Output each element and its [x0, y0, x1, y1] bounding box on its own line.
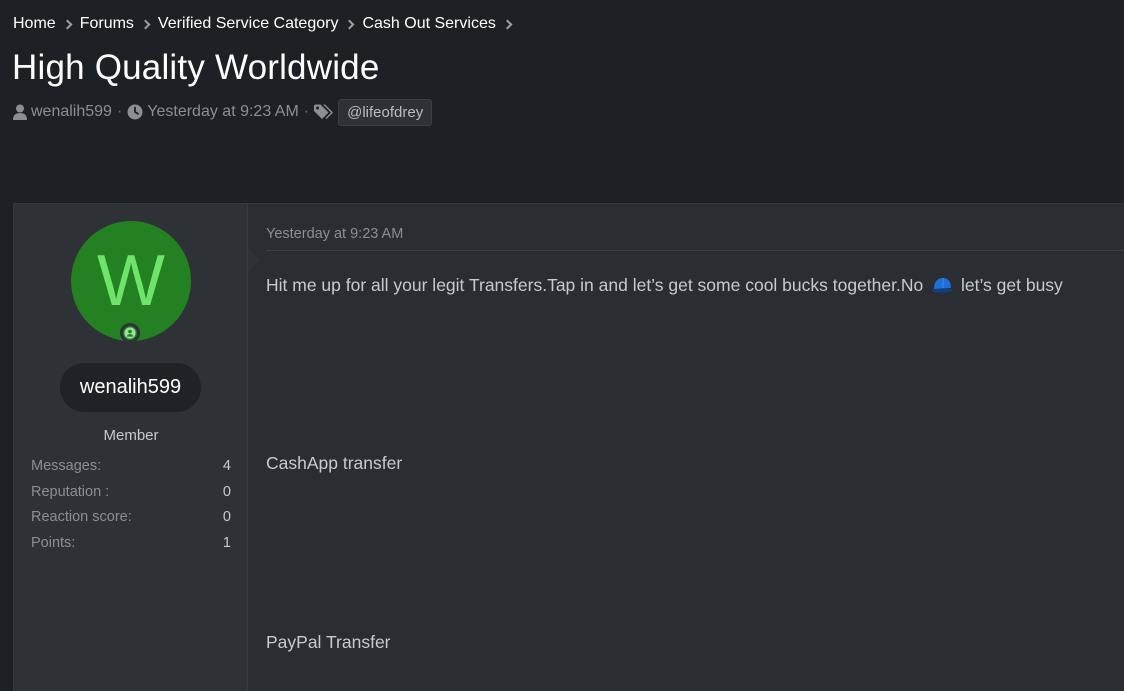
post-arrow — [248, 248, 260, 272]
message-line: Hit me up for all your legit Transfers.T… — [266, 275, 1063, 299]
thread-tag[interactable]: @lifeofdrey — [338, 98, 433, 126]
thread-date-link[interactable]: Yesterday at 9:23 AM — [147, 103, 299, 121]
stat-reaction-score: Reaction score: 0 — [31, 504, 231, 530]
online-status-icon — [120, 323, 140, 343]
stat-label: Reaction score: — [31, 509, 132, 526]
message-text: Hit me up for all your legit Transfers.T… — [266, 275, 924, 295]
post-date-link[interactable]: Yesterday at 9:23 AM — [266, 226, 403, 242]
message-line-paypal: PayPal Transfer — [266, 632, 391, 652]
stat-label: Messages: — [31, 457, 102, 474]
user-stats: Messages: 4 Reputation : 0 Reaction scor… — [31, 453, 231, 556]
meta-separator: · — [116, 103, 123, 120]
cap-emoji-icon — [930, 276, 954, 299]
breadcrumb: Home Forums Verified Service Category Ca… — [13, 14, 520, 34]
stat-label: Points: — [31, 534, 76, 551]
stat-messages: Messages: 4 — [31, 453, 231, 479]
stat-value[interactable]: 4 — [223, 458, 231, 474]
chevron-right-icon — [502, 19, 513, 29]
breadcrumb-cash-out-services[interactable]: Cash Out Services — [362, 15, 495, 33]
message-line-cashapp: CashApp transfer — [266, 453, 403, 473]
stat-label: Reputation : — [31, 483, 110, 500]
stat-value: 0 — [222, 509, 231, 526]
stat-points: Points: 1 — [31, 530, 231, 556]
message-text: let’s get busy — [960, 275, 1063, 295]
chevron-right-icon — [140, 19, 151, 29]
avatar-letter: W — [97, 241, 165, 321]
meta-separator: · — [303, 103, 310, 120]
breadcrumb-forums[interactable]: Forums — [80, 15, 134, 33]
stat-value[interactable]: 1 — [223, 535, 231, 551]
tags-icon — [314, 104, 334, 120]
divider — [266, 250, 1124, 251]
user-title: Member — [103, 427, 159, 444]
post-user-column: W wenalih599 Member Messages: 4 Reputati… — [14, 204, 248, 691]
breadcrumb-verified-service-category[interactable]: Verified Service Category — [158, 15, 339, 33]
user-icon — [13, 104, 27, 120]
thread-meta: wenalih599 · Yesterday at 9:23 AM · @lif… — [13, 98, 433, 126]
post-container: W wenalih599 Member Messages: 4 Reputati… — [13, 203, 1124, 691]
stat-value: 0 — [222, 483, 231, 500]
thread-author-link[interactable]: wenalih599 — [31, 103, 112, 121]
chevron-right-icon — [345, 19, 355, 29]
stat-reputation: Reputation : 0 — [31, 479, 231, 505]
breadcrumb-home[interactable]: Home — [13, 15, 56, 33]
clock-icon — [127, 104, 143, 120]
page-title: High Quality Worldwide — [12, 48, 380, 87]
chevron-right-icon — [62, 19, 73, 29]
username[interactable]: wenalih599 — [60, 363, 201, 412]
